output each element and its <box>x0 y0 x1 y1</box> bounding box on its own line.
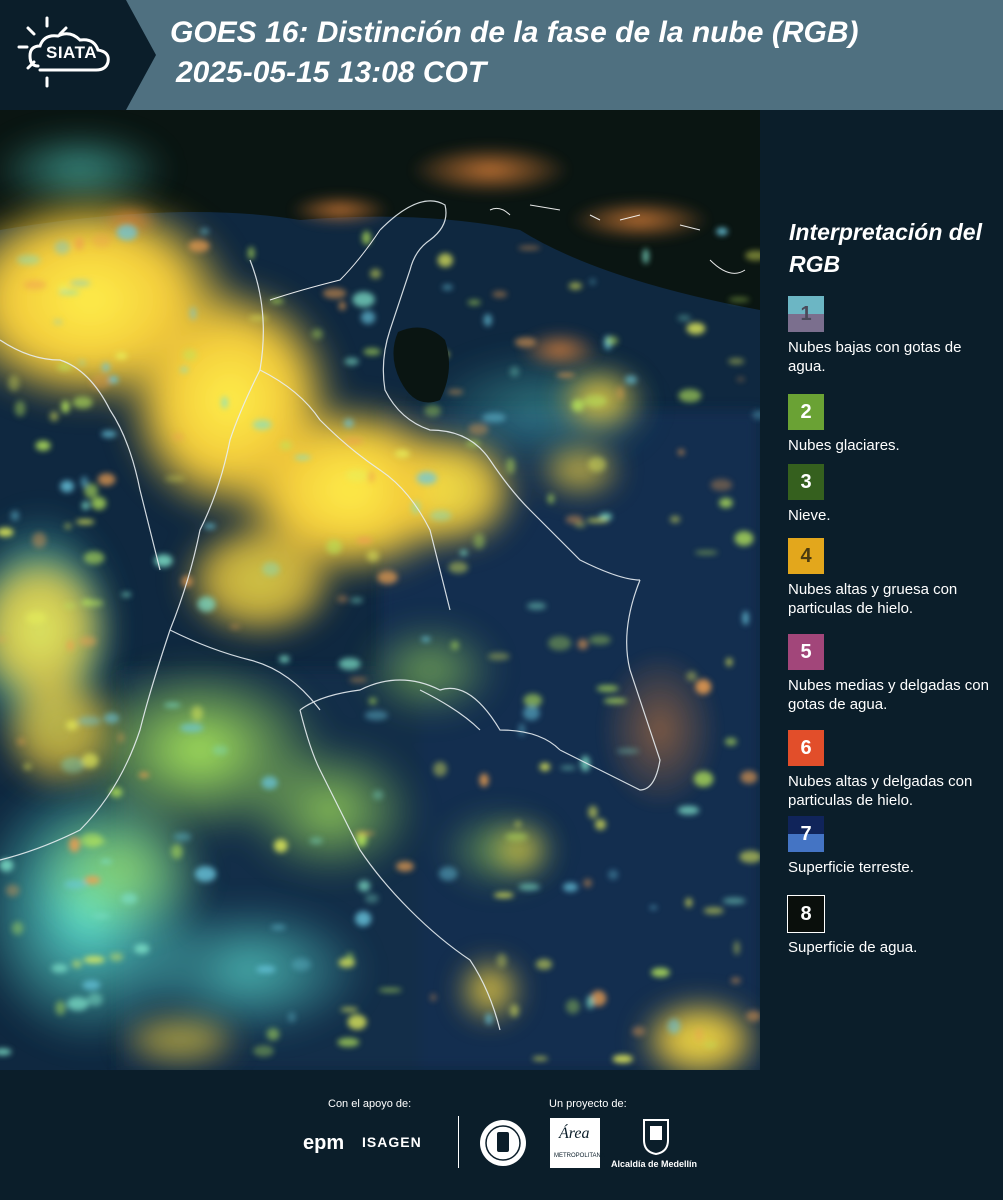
page-timestamp: 2025-05-15 13:08 COT <box>176 56 487 89</box>
siata-logo: SIATA <box>0 0 160 110</box>
legend-swatch: 1 <box>788 296 824 332</box>
project-label: Un proyecto de: <box>549 1098 627 1110</box>
legend-number: 3 <box>800 470 812 493</box>
legend-label: Nieve. <box>788 507 831 524</box>
legend-label: Nubes glaciares. <box>788 437 900 454</box>
legend-label: Superficie terreste. <box>788 859 914 876</box>
legend-swatch: 2 <box>788 394 824 430</box>
page-title: GOES 16: Distinción de la fase de la nub… <box>170 16 859 49</box>
siata-logo-text: SIATA <box>46 43 97 62</box>
legend-label: Nubes medias y delgadas con gotas de agu… <box>788 677 989 713</box>
alcaldia-label: Alcaldía de Medellín <box>611 1159 698 1169</box>
legend-number: 4 <box>800 544 812 567</box>
legend-swatch: 4 <box>788 538 824 574</box>
satellite-map <box>0 110 760 1070</box>
legend-label: Nubes altas y delgadas con particulas de… <box>788 773 973 809</box>
area-logo-subtext: METROPOLITANA <box>554 1153 605 1159</box>
medellin-seal-icon <box>478 1118 528 1173</box>
legend-label: Nubes bajas con gotas de agua. <box>788 339 962 375</box>
legend-panel: Interpretación del RGB 1 Nubes bajas con … <box>772 110 1003 1070</box>
footer-divider <box>458 1116 459 1168</box>
legend-swatch: 3 <box>788 464 824 500</box>
legend-item: 3 Nieve. <box>788 464 998 525</box>
legend-number: 8 <box>800 902 812 925</box>
legend-number: 5 <box>800 640 812 663</box>
legend-label: Superficie de agua. <box>788 939 918 956</box>
legend-item: 8 Superficie de agua. <box>787 895 998 957</box>
legend-item: 6 Nubes altas y delgadas con particulas d… <box>788 730 998 810</box>
legend-item: 1 Nubes bajas con gotas de agua. <box>788 296 998 376</box>
area-logo-text: Área <box>559 1125 590 1142</box>
legend-item: 7 Superficie terreste. <box>788 816 998 877</box>
legend-swatch: 7 <box>788 816 824 852</box>
legend-title: Interpretación del RGB <box>789 219 982 277</box>
support-label: Con el apoyo de: <box>328 1098 412 1110</box>
legend-swatch: 6 <box>788 730 824 766</box>
header-bar: SIATA GOES 16: Distinción de la fase de … <box>0 0 1003 110</box>
footer: Con el apoyo de: Un proyecto de: epm ISA… <box>0 1070 1003 1200</box>
legend-swatch: 8 <box>787 895 825 933</box>
area-metropolitana-logo: Área METROPOLITANA <box>550 1118 605 1168</box>
legend-item: 4 Nubes altas y gruesa con particulas de … <box>788 538 998 618</box>
alcaldia-shield-icon <box>642 1118 670 1161</box>
isagen-logo: ISAGEN <box>362 1134 422 1150</box>
legend-item: 5 Nubes medias y delgadas con gotas de ag… <box>788 634 998 714</box>
legend-item: 2 Nubes glaciares. <box>788 394 998 455</box>
legend-number: 7 <box>800 822 812 845</box>
legend-number: 2 <box>800 400 812 423</box>
legend-number: 6 <box>800 736 812 759</box>
legend-swatch: 5 <box>788 634 824 670</box>
legend-label: Nubes altas y gruesa con particulas de h… <box>788 581 958 617</box>
epm-logo: epm <box>303 1132 345 1154</box>
legend-number: 1 <box>800 302 812 325</box>
